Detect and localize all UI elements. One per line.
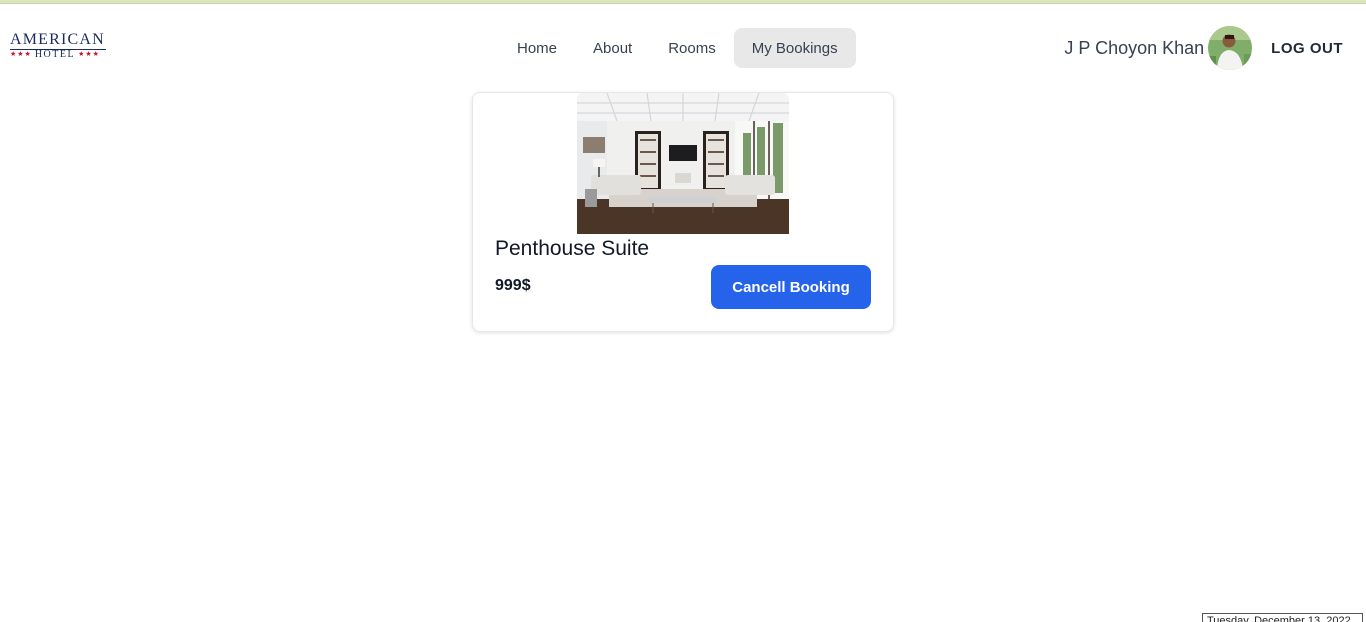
nav-item-rooms[interactable]: Rooms (650, 28, 734, 68)
logo-stars-right: ★★★ (78, 51, 100, 58)
avatar[interactable] (1208, 26, 1253, 70)
user-area: J P Choyon Khan LOG OUT (1064, 26, 1366, 70)
nav-item-about[interactable]: About (575, 28, 650, 68)
room-title: Penthouse Suite (495, 237, 650, 260)
logo-hotel-text: HOTEL (34, 49, 76, 60)
logo-rule (10, 49, 106, 50)
nav-item-my-bookings[interactable]: My Bookings (733, 28, 856, 68)
booking-card: Penthouse Suite 999$ Cancell Booking (472, 92, 894, 332)
hotel-logo[interactable]: AMERICAN ★★★ HOTEL ★★★ (10, 31, 110, 65)
user-name: J P Choyon Khan (1064, 37, 1205, 58)
logout-button[interactable]: LOG OUT (1271, 40, 1343, 57)
logo-stars-left: ★★★ (10, 51, 32, 58)
logo-wordmark: AMERICAN (10, 31, 105, 48)
date-tooltip: Tuesday, December 13, 2022 (1202, 613, 1363, 622)
logo-subline: ★★★ HOTEL ★★★ (10, 50, 110, 60)
nav-item-home[interactable]: Home (499, 28, 575, 68)
cancel-booking-button[interactable]: Cancell Booking (711, 265, 871, 309)
room-image (577, 93, 789, 234)
top-border (0, 0, 1366, 4)
avatar-image (1208, 26, 1253, 70)
main-nav: Home About Rooms My Bookings (499, 28, 856, 68)
room-price: 999$ (495, 277, 531, 294)
